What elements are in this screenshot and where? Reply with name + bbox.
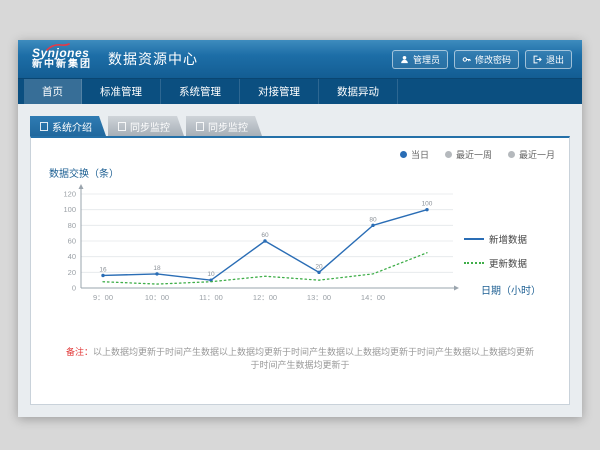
tab-label: 同步监控 (130, 119, 170, 134)
legend-label: 更新数据 (489, 256, 527, 270)
footnote-text: 以上数据均更新于时间产生数据以上数据均更新于时间产生数据以上数据均更新于时间产生… (93, 347, 534, 370)
line-chart: 0 20 40 60 80 100 120 9：00 10：00 11：00 12：00 13：00 1… (45, 182, 460, 319)
app-window: Synjones 新中新集团 数据资源中心 管理员修改密码退出 首页标准管理系统… (18, 40, 582, 417)
svg-text:11：00: 11：00 (199, 293, 223, 302)
logout-button[interactable]: 退出 (525, 50, 572, 69)
navbar: 首页标准管理系统管理对接管理数据异动 (18, 78, 582, 104)
button-label: 修改密码 (475, 53, 511, 66)
legend-entry-new-data: 新增数据 (464, 232, 555, 246)
svg-text:14：00: 14：00 (361, 293, 385, 302)
tab-sync-monitor-1[interactable]: 同步监控 (108, 116, 184, 136)
svg-text:40: 40 (68, 252, 76, 261)
y-axis-label: 数据交换（条） (49, 165, 555, 180)
filter-dot-icon (508, 151, 515, 158)
svg-text:20: 20 (68, 268, 76, 277)
logout-icon (533, 55, 542, 64)
svg-text:60: 60 (68, 237, 76, 246)
key-icon (462, 55, 471, 64)
button-label: 退出 (546, 53, 564, 66)
legend-entry-updated-data: 更新数据 (464, 256, 555, 270)
logo-text-cn: 新中新集团 (32, 60, 92, 71)
svg-text:80: 80 (68, 221, 76, 230)
filter-dot-icon (400, 151, 407, 158)
tab-system-intro[interactable]: 系统介绍 (30, 116, 106, 136)
admin-button[interactable]: 管理员 (392, 50, 448, 69)
legend-label: 新增数据 (489, 232, 527, 246)
filter-dot-icon (445, 151, 452, 158)
series-legend: 新增数据更新数据 (460, 182, 555, 319)
footnote-label: 备注： (66, 347, 93, 357)
x-axis-label: 日期（小时） (481, 282, 541, 297)
button-label: 管理员 (413, 53, 440, 66)
svg-text:13：00: 13：00 (307, 293, 331, 302)
chart-row: 0 20 40 60 80 100 120 9：00 10：00 11：00 12：00 13：00 1… (45, 182, 555, 319)
nav-item-system-mgmt[interactable]: 系统管理 (161, 79, 240, 104)
filter-last-week[interactable]: 最近一周 (445, 148, 492, 161)
document-icon (40, 122, 48, 131)
svg-text:12：00: 12：00 (253, 293, 277, 302)
filter-label: 最近一周 (456, 148, 492, 161)
filter-label: 当日 (411, 148, 429, 161)
filter-label: 最近一月 (519, 148, 555, 161)
svg-text:80: 80 (369, 216, 377, 223)
svg-text:18: 18 (153, 265, 161, 272)
nav-item-connect-mgmt[interactable]: 对接管理 (240, 79, 319, 104)
user-icon (400, 55, 409, 64)
svg-text:120: 120 (63, 190, 76, 199)
company-logo: Synjones 新中新集团 (32, 47, 92, 70)
chart-panel: 当日 最近一周 最近一月 数据交换（条） 0 20 40 60 80 100 120 9：00 10… (30, 136, 570, 405)
main-content: 系统介绍 同步监控 同步监控 当日 最近一周 最近一月 数据交换（条） 0 20 40 60 8… (18, 104, 582, 417)
change-password-button[interactable]: 修改密码 (454, 50, 519, 69)
page-title: 数据资源中心 (108, 49, 198, 69)
filter-last-month[interactable]: 最近一月 (508, 148, 555, 161)
svg-text:100: 100 (63, 205, 76, 214)
tab-label: 同步监控 (208, 119, 248, 134)
svg-text:10: 10 (207, 271, 215, 278)
svg-text:0: 0 (72, 284, 76, 293)
footnote: 备注：以上数据均更新于时间产生数据以上数据均更新于时间产生数据以上数据均更新于时… (45, 345, 555, 371)
header-actions: 管理员 修改密码 退出 (392, 50, 572, 69)
svg-text:20: 20 (315, 263, 323, 270)
nav-item-home[interactable]: 首页 (24, 79, 82, 104)
logo-swoosh-icon (46, 43, 70, 51)
app-header: Synjones 新中新集团 数据资源中心 管理员 修改密码 退出 (18, 40, 582, 78)
nav-item-data-change[interactable]: 数据异动 (319, 79, 398, 104)
document-icon (196, 122, 204, 131)
tab-label: 系统介绍 (52, 119, 92, 134)
nav-item-standard-mgmt[interactable]: 标准管理 (82, 79, 161, 104)
svg-text:9：00: 9：00 (93, 293, 113, 302)
tab-bar: 系统介绍 同步监控 同步监控 (30, 116, 570, 136)
filter-today[interactable]: 当日 (400, 148, 429, 161)
legend-line-icon (464, 262, 484, 264)
tab-sync-monitor-2[interactable]: 同步监控 (186, 116, 262, 136)
svg-text:10：00: 10：00 (145, 293, 169, 302)
svg-text:60: 60 (261, 232, 269, 239)
document-icon (118, 122, 126, 131)
svg-text:16: 16 (99, 266, 107, 273)
legend-line-icon (464, 238, 484, 240)
range-filter-row: 当日 最近一周 最近一月 (45, 148, 555, 161)
svg-text:100: 100 (422, 201, 433, 208)
